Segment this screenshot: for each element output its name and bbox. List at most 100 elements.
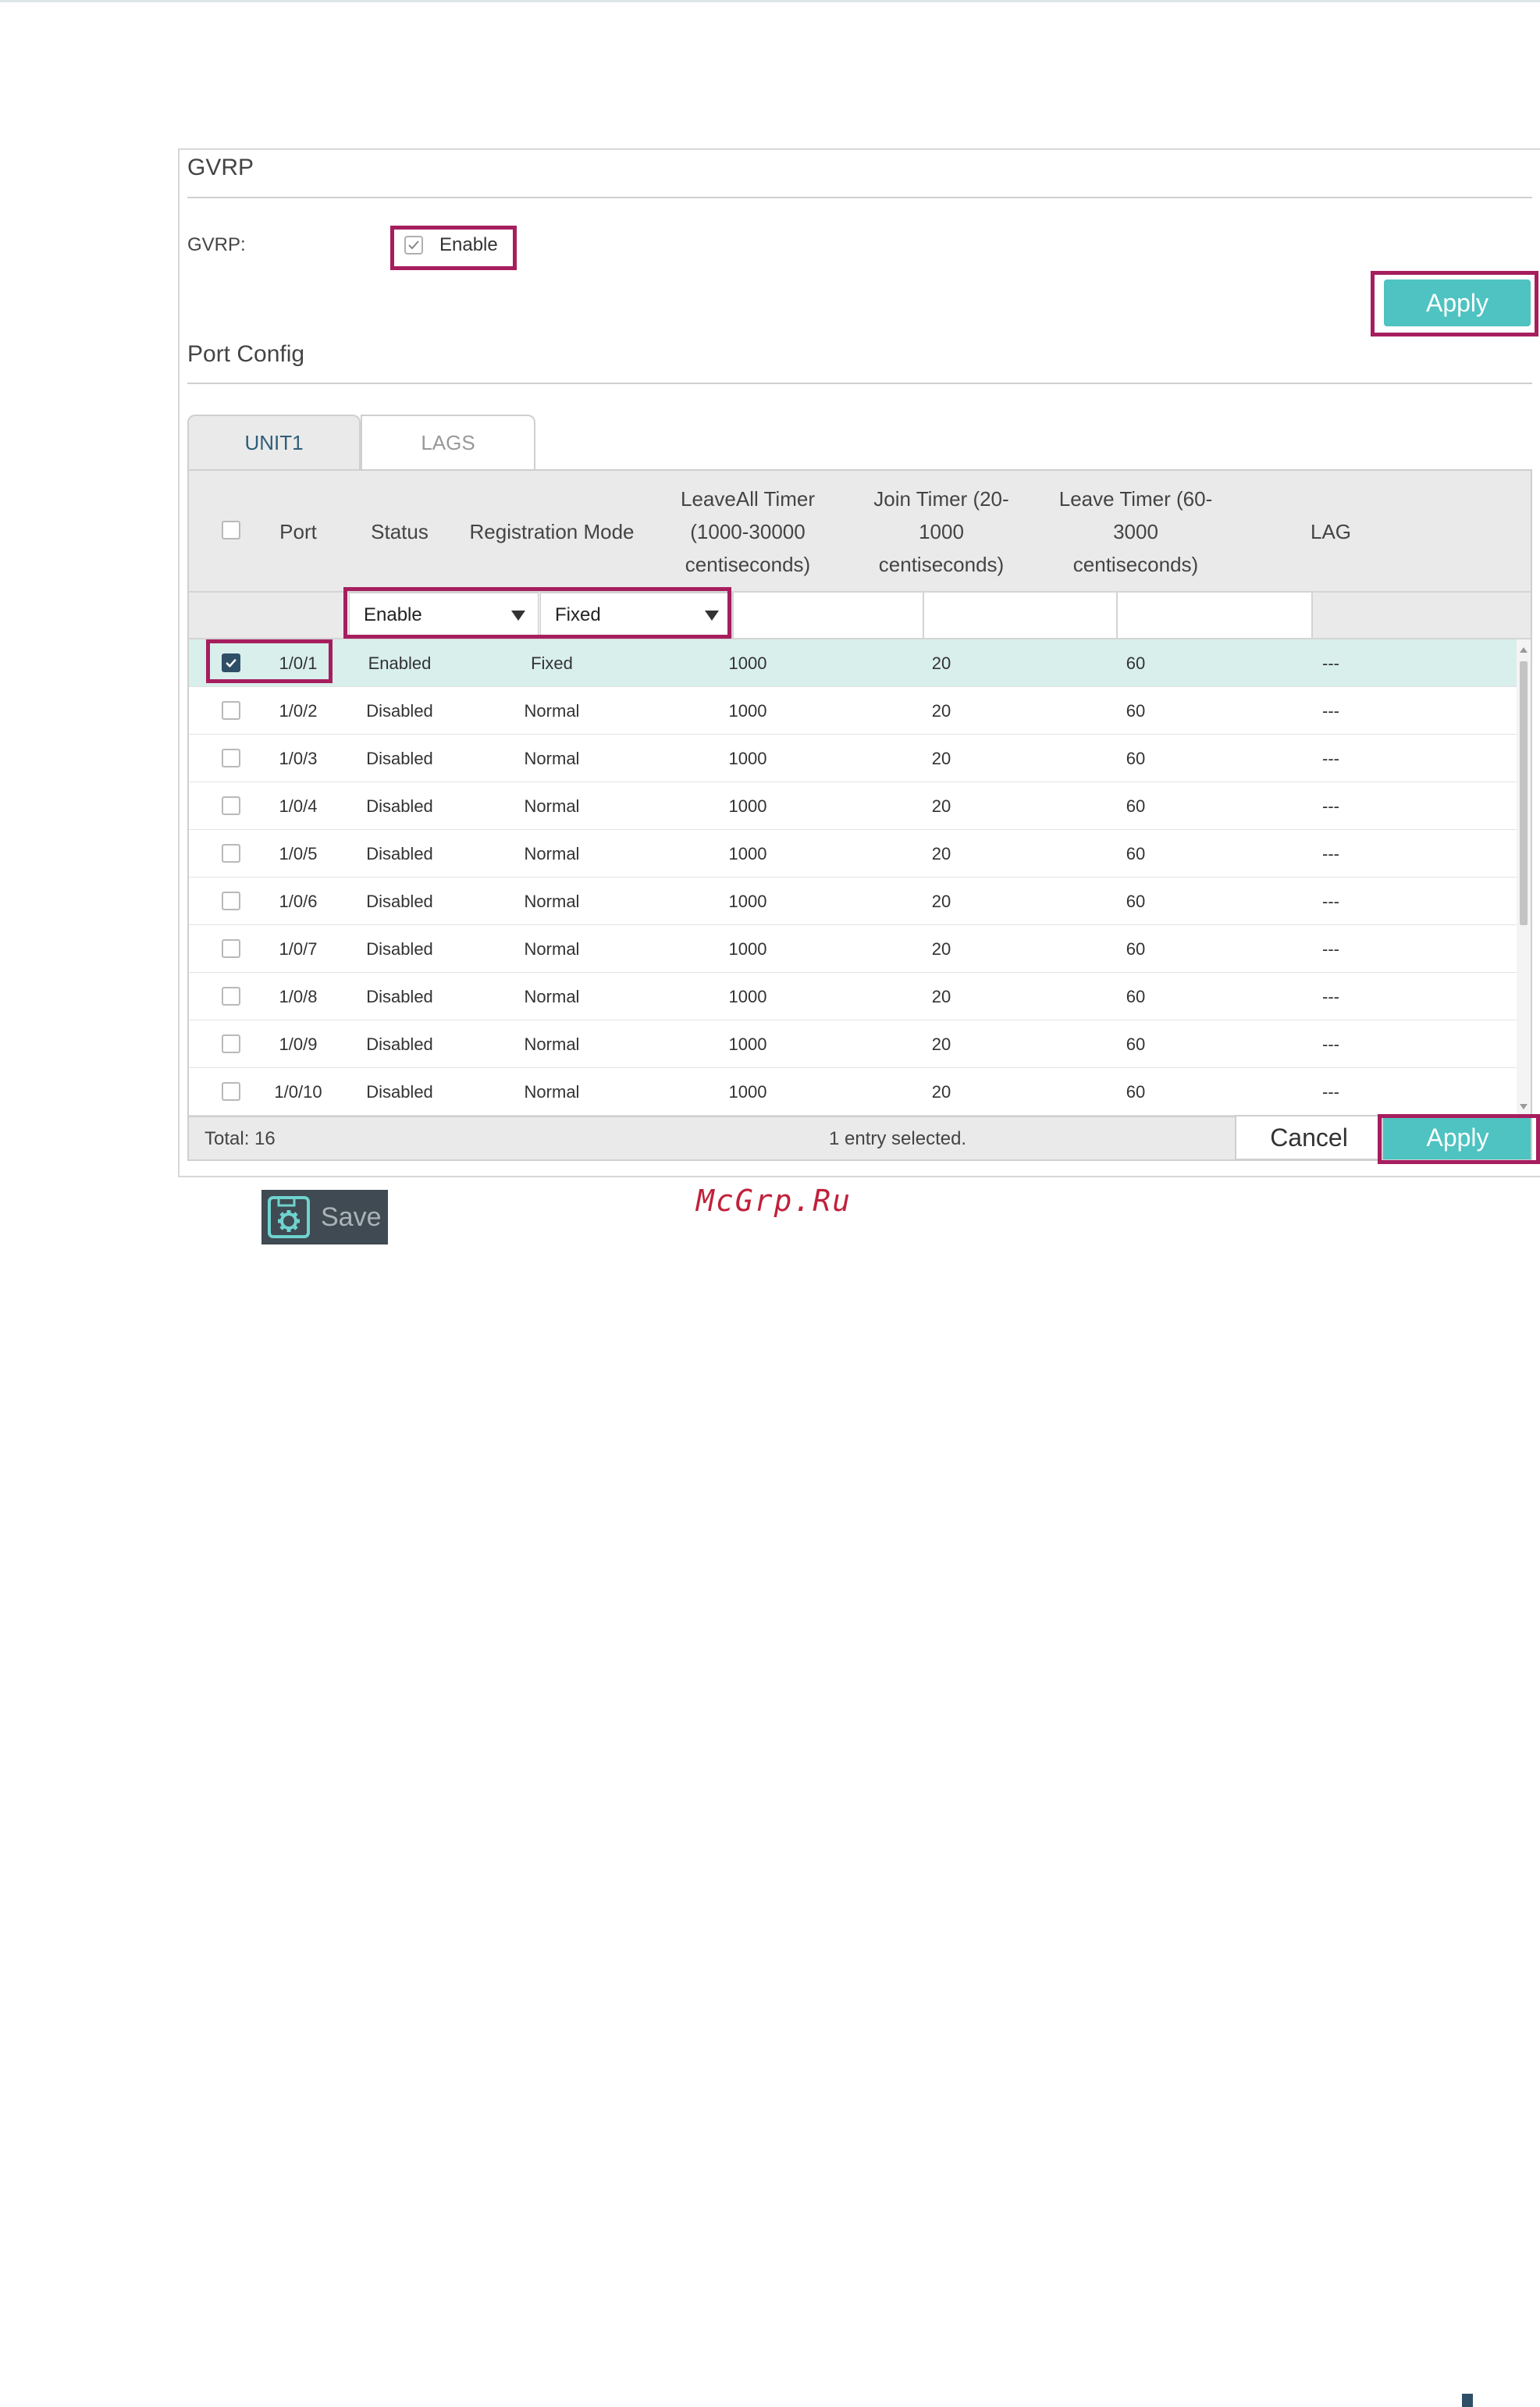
cell-lag: --- (1322, 986, 1339, 1006)
table-row[interactable]: 1/0/8 Disabled Normal 1000 20 60 --- (189, 973, 1520, 1020)
row-checkbox[interactable] (222, 892, 240, 910)
leaveall-header-line3: centiseconds) (685, 553, 811, 576)
gvrp-enable-checkbox[interactable] (404, 236, 423, 255)
leaveall-header-line1: LeaveAll Timer (681, 487, 815, 511)
table-row[interactable]: 1/0/6 Disabled Normal 1000 20 60 --- (189, 878, 1520, 925)
cell-port: 1/0/7 (279, 938, 318, 959)
watermark-text: McGrp.Ru (696, 1184, 852, 1218)
row-checkbox[interactable] (222, 701, 240, 720)
cell-registration-mode: Normal (524, 700, 580, 721)
gvrp-section-divider (187, 197, 1532, 198)
port-config-divider (187, 383, 1532, 384)
cell-leaveall-timer: 1000 (728, 843, 767, 863)
cell-status: Disabled (366, 1081, 433, 1102)
join-timer-input[interactable] (923, 593, 1116, 638)
selection-status: 1 entry selected. (829, 1128, 967, 1149)
cell-leaveall-timer: 1000 (728, 796, 767, 816)
table-apply-highlight (1378, 1114, 1540, 1164)
table-row[interactable]: 1/0/4 Disabled Normal 1000 20 60 --- (189, 782, 1520, 830)
cell-lag: --- (1322, 843, 1339, 863)
cell-registration-mode: Fixed (531, 653, 573, 673)
page-corner-mark (1462, 2394, 1473, 2407)
select-all-checkbox[interactable] (222, 521, 240, 539)
cell-status: Disabled (366, 891, 433, 911)
leaveall-timer-input[interactable] (732, 593, 923, 638)
table-row[interactable]: 1/0/5 Disabled Normal 1000 20 60 --- (189, 830, 1520, 878)
table-row[interactable]: 1/0/2 Disabled Normal 1000 20 60 --- (189, 687, 1520, 735)
cell-join-timer: 20 (931, 748, 951, 768)
save-gear-icon (268, 1196, 310, 1238)
table-row[interactable]: 1/0/1 Enabled Fixed 1000 20 60 --- (189, 639, 1520, 687)
row-checkbox[interactable] (222, 1082, 240, 1101)
cell-leaveall-timer: 1000 (728, 653, 767, 673)
cell-lag: --- (1322, 700, 1339, 721)
cell-port: 1/0/4 (279, 796, 318, 816)
scroll-down-arrow-icon[interactable] (1520, 1104, 1528, 1109)
row-checkbox[interactable] (222, 987, 240, 1006)
cell-leave-timer: 60 (1126, 986, 1146, 1006)
row-checkbox[interactable] (222, 749, 240, 767)
cell-leaveall-timer: 1000 (728, 1081, 767, 1102)
table-footer: Total: 16 1 entry selected. Cancel Apply (189, 1115, 1531, 1159)
cell-leave-timer: 60 (1126, 1034, 1146, 1054)
cell-lag: --- (1322, 748, 1339, 768)
cell-port: 1/0/8 (279, 986, 318, 1006)
leaveall-header-line2: (1000-30000 (690, 520, 806, 543)
table-header: Port Status Registration Mode LeaveAll T… (189, 471, 1531, 593)
gvrp-apply-button[interactable]: Apply (1384, 280, 1531, 326)
cell-leave-timer: 60 (1126, 700, 1146, 721)
table-row[interactable]: 1/0/3 Disabled Normal 1000 20 60 --- (189, 735, 1520, 782)
cell-leaveall-timer: 1000 (728, 1034, 767, 1054)
row-checkbox[interactable] (222, 796, 240, 815)
save-button[interactable]: Save (261, 1190, 388, 1244)
gvrp-section-title: GVRP (187, 155, 254, 180)
lag-filter-cell (1311, 593, 1531, 638)
leave-header-line1: Leave Timer (60- (1058, 487, 1213, 511)
cell-port: 1/0/5 (279, 843, 318, 863)
column-header-leaveall-timer: LeaveAll Timer (1000-30000 centiseconds) (651, 471, 845, 593)
cell-join-timer: 20 (931, 891, 951, 911)
row-checkbox[interactable] (222, 939, 240, 958)
cell-leave-timer: 60 (1126, 938, 1146, 959)
tab-lags[interactable]: LAGS (361, 415, 535, 469)
cell-join-timer: 20 (931, 986, 951, 1006)
cell-registration-mode: Normal (524, 748, 580, 768)
cell-lag: --- (1322, 891, 1339, 911)
column-header-join-timer: Join Timer (20- 1000 centiseconds) (845, 471, 1038, 593)
cell-lag: --- (1322, 796, 1339, 816)
scrollbar-thumb[interactable] (1520, 661, 1528, 925)
cell-status: Disabled (366, 700, 433, 721)
scroll-up-arrow-icon[interactable] (1520, 647, 1528, 653)
total-count: Total: 16 (205, 1128, 276, 1149)
cell-status: Disabled (366, 986, 433, 1006)
cell-leaveall-timer: 1000 (728, 891, 767, 911)
table-row[interactable]: 1/0/9 Disabled Normal 1000 20 60 --- (189, 1020, 1520, 1068)
row-checkbox[interactable] (222, 844, 240, 863)
cell-leaveall-timer: 1000 (728, 748, 767, 768)
cell-leave-timer: 60 (1126, 748, 1146, 768)
tab-unit1[interactable]: UNIT1 (187, 415, 361, 469)
leave-header-line3: centiseconds) (1072, 553, 1199, 576)
cell-lag: --- (1322, 1034, 1339, 1054)
column-header-port: Port (279, 520, 317, 543)
gvrp-field-label: GVRP: (187, 234, 246, 255)
cell-join-timer: 20 (931, 700, 951, 721)
row-checkbox[interactable] (222, 1034, 240, 1053)
port-config-title: Port Config (187, 341, 305, 367)
cell-port: 1/0/6 (279, 891, 318, 911)
cell-registration-mode: Normal (524, 986, 580, 1006)
cell-status: Disabled (366, 938, 433, 959)
filter-select-highlight (343, 587, 731, 639)
leave-timer-input[interactable] (1116, 593, 1311, 638)
cancel-button[interactable]: Cancel (1235, 1115, 1383, 1159)
cell-status: Disabled (366, 796, 433, 816)
table-row[interactable]: 1/0/10 Disabled Normal 1000 20 60 --- (189, 1068, 1520, 1116)
join-header-line2: 1000 (919, 520, 964, 543)
cell-status: Disabled (366, 1034, 433, 1054)
cell-leave-timer: 60 (1126, 843, 1146, 863)
table-row[interactable]: 1/0/7 Disabled Normal 1000 20 60 --- (189, 925, 1520, 973)
column-header-leave-timer: Leave Timer (60- 3000 centiseconds) (1038, 471, 1233, 593)
cell-leave-timer: 60 (1126, 653, 1146, 673)
leave-header-line2: 3000 (1113, 520, 1158, 543)
table-scrollbar[interactable] (1517, 639, 1531, 1117)
